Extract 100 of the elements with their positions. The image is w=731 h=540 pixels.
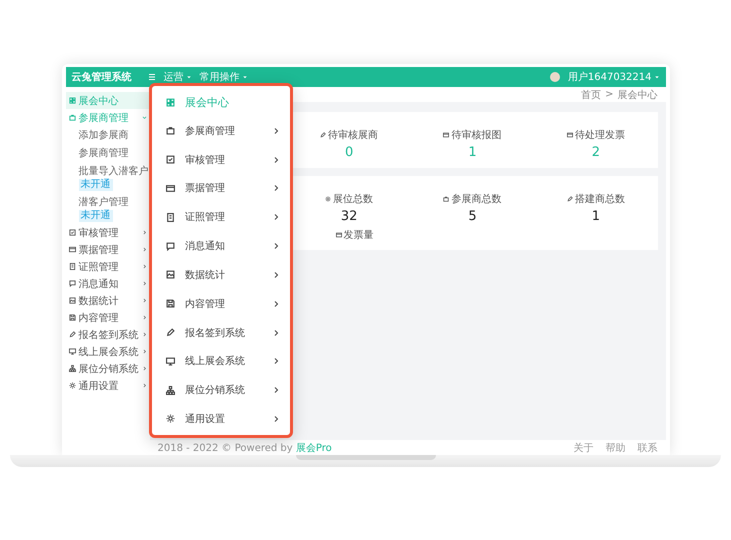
stat-value: 1 bbox=[468, 145, 477, 160]
caret-icon bbox=[242, 74, 248, 80]
checkbox-icon bbox=[166, 155, 175, 164]
monitor-icon bbox=[166, 356, 175, 366]
sidebar-item[interactable]: 报名签到系统 bbox=[66, 326, 150, 343]
chevron-icon bbox=[142, 349, 146, 354]
submenu-link[interactable]: 参展商管理 bbox=[78, 146, 128, 160]
save-icon bbox=[68, 314, 76, 321]
chevron-icon bbox=[142, 281, 146, 286]
dashboard-icon bbox=[166, 98, 175, 106]
chevron-icon bbox=[142, 332, 146, 337]
sidebar-item[interactable]: 线上展会系统 bbox=[66, 343, 150, 360]
pencil-icon bbox=[166, 328, 175, 337]
stat-value: 32 bbox=[340, 209, 358, 224]
chevron-icon bbox=[272, 328, 280, 336]
sidebar-item[interactable]: 数据统计 bbox=[66, 292, 150, 309]
menu-item[interactable]: 数据统计 bbox=[166, 262, 280, 287]
briefcase-icon bbox=[68, 114, 76, 121]
menu-item[interactable]: 审核管理 bbox=[166, 148, 280, 172]
stat-label: 待审核展商 bbox=[328, 128, 378, 142]
chevron-icon bbox=[272, 386, 280, 394]
status-badge: 未开通 bbox=[78, 179, 112, 191]
chat-icon bbox=[166, 242, 175, 251]
card-icon bbox=[443, 132, 450, 138]
save-icon bbox=[166, 299, 175, 308]
chevron-icon bbox=[272, 357, 280, 366]
menu-icon[interactable] bbox=[148, 73, 156, 81]
chevron-icon bbox=[272, 242, 280, 250]
pencil-icon bbox=[320, 132, 326, 138]
chevron-icon bbox=[142, 115, 146, 120]
chevron-icon bbox=[142, 315, 146, 320]
menu-item[interactable]: 通用设置 bbox=[166, 406, 280, 431]
chevron-icon bbox=[142, 383, 146, 388]
avatar-icon[interactable] bbox=[550, 72, 560, 82]
stat-value: 0 bbox=[345, 145, 354, 160]
menu-item[interactable]: 参展商管理 bbox=[166, 118, 280, 143]
status-badge: 未开通 bbox=[78, 210, 112, 222]
pencil-icon bbox=[566, 196, 573, 202]
sidebar-item[interactable]: 内容管理 bbox=[66, 309, 150, 326]
stat-value: 1 bbox=[592, 209, 600, 224]
settings-icon bbox=[325, 196, 332, 202]
card-icon bbox=[166, 184, 175, 193]
menu-item[interactable]: 内容管理 bbox=[166, 292, 280, 316]
submenu-link[interactable]: 潜客户管理 bbox=[78, 195, 128, 209]
chevron-icon bbox=[142, 298, 146, 303]
stat-value: 2 bbox=[592, 145, 600, 160]
stat-label: 参展商总数 bbox=[451, 192, 502, 206]
id-card-icon bbox=[166, 212, 175, 222]
settings-icon bbox=[68, 382, 76, 389]
chevron-icon bbox=[272, 156, 280, 164]
menu-item[interactable]: 证照管理 bbox=[166, 205, 280, 230]
sitemap-icon bbox=[68, 365, 76, 372]
sidebar-item[interactable]: 审核管理 bbox=[66, 224, 150, 241]
chevron-icon bbox=[272, 184, 280, 192]
card-icon bbox=[336, 232, 342, 238]
settings-icon bbox=[166, 414, 175, 424]
breadcrumb-link[interactable]: 首页 bbox=[581, 88, 602, 102]
chevron-icon bbox=[272, 126, 280, 135]
submenu-link[interactable]: 添加参展商 bbox=[78, 128, 128, 142]
checkbox-icon bbox=[68, 229, 76, 236]
stat-value: 5 bbox=[468, 209, 477, 224]
image-icon bbox=[166, 270, 175, 280]
card-icon bbox=[68, 246, 76, 253]
sidebar-item[interactable]: 通用设置 bbox=[66, 377, 150, 394]
stat-label: 待处理发票 bbox=[574, 128, 625, 142]
chevron-icon bbox=[142, 264, 146, 269]
menu-item[interactable]: 展位分销系统 bbox=[166, 378, 280, 402]
sidebar-item[interactable]: 证照管理 bbox=[66, 258, 150, 275]
chat-icon bbox=[68, 280, 76, 287]
image-icon bbox=[68, 297, 76, 304]
card-icon bbox=[566, 132, 573, 138]
sidebar-item[interactable]: 消息通知 bbox=[66, 275, 150, 292]
chevron-icon bbox=[272, 414, 280, 423]
submenu-link[interactable]: 批量导入潜客户 bbox=[78, 164, 148, 178]
briefcase-icon bbox=[166, 126, 175, 136]
chevron-icon bbox=[142, 230, 146, 235]
chevron-icon bbox=[142, 247, 146, 252]
menu-item[interactable]: 报名签到系统 bbox=[166, 320, 280, 344]
stat-label: 展位总数 bbox=[333, 192, 374, 206]
stat-label: 搭建商总数 bbox=[574, 192, 625, 206]
menu-item[interactable]: 票据管理 bbox=[166, 176, 280, 200]
stat-label: 发票量 bbox=[344, 229, 374, 242]
sidebar-item[interactable]: 展位分销系统 bbox=[66, 360, 150, 377]
chevron-icon bbox=[272, 300, 280, 308]
caret-icon bbox=[654, 74, 660, 80]
dashboard-icon bbox=[68, 97, 76, 104]
id-card-icon bbox=[68, 263, 76, 270]
chevron-icon bbox=[142, 366, 146, 371]
monitor-icon bbox=[68, 348, 76, 355]
pencil-icon bbox=[68, 331, 76, 338]
sitemap-icon bbox=[166, 386, 175, 395]
sidebar-item[interactable]: 票据管理 bbox=[66, 241, 150, 258]
menu-item[interactable]: 线上展会系统 bbox=[166, 349, 280, 374]
chevron-icon bbox=[272, 213, 280, 222]
briefcase-icon bbox=[443, 196, 450, 202]
caret-icon bbox=[186, 74, 192, 80]
menu-item[interactable]: 消息通知 bbox=[166, 234, 280, 258]
app-title: 云兔管理系统 bbox=[72, 70, 132, 84]
breadcrumb-separator: > bbox=[605, 89, 614, 100]
chevron-icon bbox=[272, 270, 280, 279]
